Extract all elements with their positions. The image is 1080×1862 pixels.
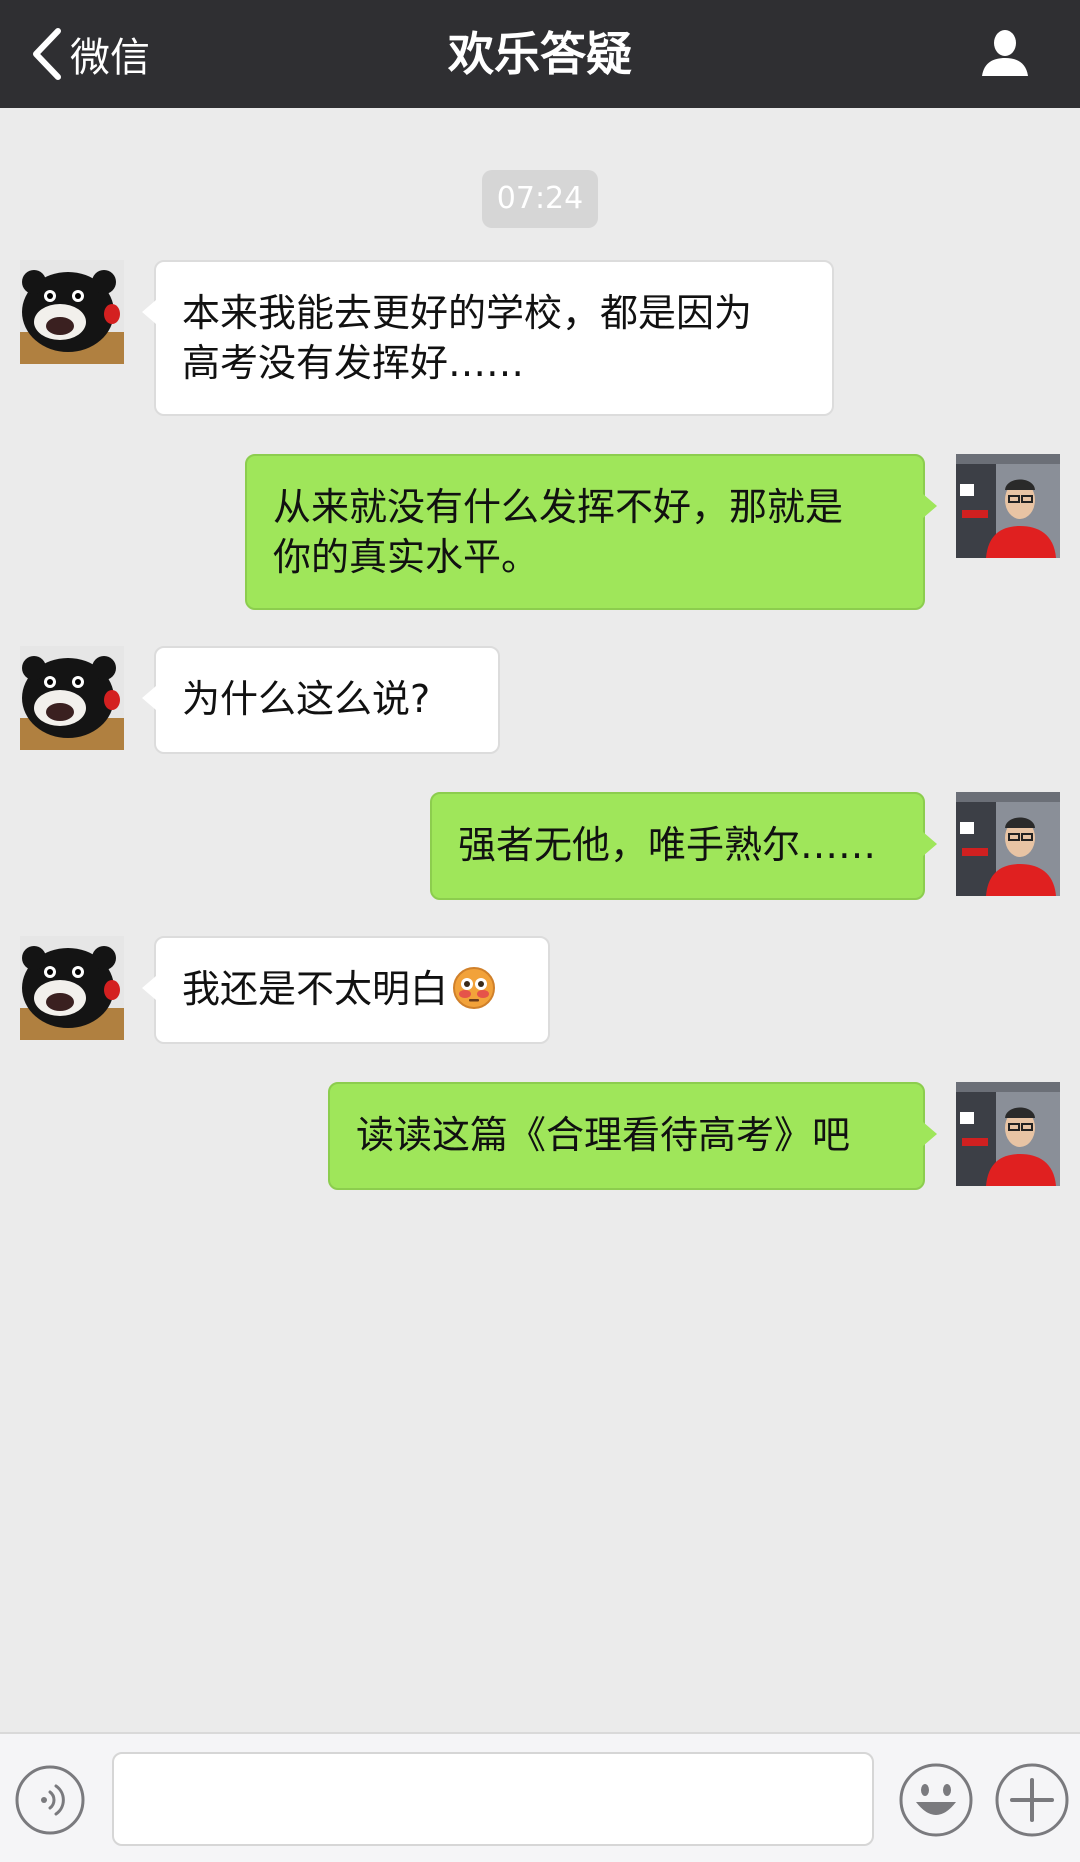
person-icon (978, 30, 1032, 84)
message-list[interactable]: 07:24 本来我能去更好的学校，都是因为 高考没有发挥好…… 从来就没有什么发… (0, 108, 1080, 1732)
kumamon-avatar[interactable] (20, 260, 124, 364)
more-button[interactable] (994, 1762, 1070, 1838)
my-avatar[interactable] (956, 454, 1060, 558)
flushed-face-emoji (452, 966, 496, 1010)
emoji-button[interactable] (898, 1762, 974, 1838)
kumamon-avatar[interactable] (20, 646, 124, 750)
back-label: 微信 (70, 35, 150, 81)
chat-screen: 微信 欢乐答疑 07:24 本来我能去更好的学校，都是因为 高考没有发挥好…… … (0, 0, 1080, 1862)
back-button[interactable]: 微信 (30, 20, 150, 88)
message-input[interactable] (112, 1752, 874, 1846)
voice-icon (14, 1765, 86, 1840)
message-bubble-incoming[interactable]: 为什么这么说? (142, 646, 500, 754)
timestamp: 07:24 (482, 170, 598, 228)
plus-icon (994, 1763, 1070, 1842)
message-bubble-outgoing[interactable]: 从来就没有什么发挥不好，那就是 你的真实水平。 (245, 454, 937, 610)
message-text: 读读这篇《合理看待高考》吧 (356, 1113, 851, 1157)
chat-info-button[interactable] (978, 26, 1032, 80)
voice-button[interactable] (14, 1764, 86, 1836)
message-text: 本来我能去更好的学校，都是因为 高考没有发挥好…… (182, 291, 753, 385)
message-text: 我还是不太明白 (182, 967, 449, 1011)
message-text: 强者无他，唯手熟尔…… (458, 823, 877, 867)
message-bubble-incoming[interactable]: 本来我能去更好的学校，都是因为 高考没有发挥好…… (142, 260, 834, 416)
input-bar (0, 1732, 1080, 1862)
message-text: 为什么这么说? (182, 677, 431, 721)
my-avatar[interactable] (956, 792, 1060, 896)
message-text: 从来就没有什么发挥不好，那就是 你的真实水平。 (273, 485, 844, 579)
my-avatar[interactable] (956, 1082, 1060, 1186)
message-bubble-incoming[interactable]: 我还是不太明白 (142, 936, 550, 1044)
kumamon-avatar[interactable] (20, 936, 124, 1040)
chat-title: 欢乐答疑 (448, 27, 632, 81)
chevron-left-icon (30, 27, 64, 81)
message-bubble-outgoing[interactable]: 强者无他，唯手熟尔…… (430, 792, 937, 900)
message-bubble-outgoing[interactable]: 读读这篇《合理看待高考》吧 (328, 1082, 937, 1190)
nav-bar: 微信 欢乐答疑 (0, 0, 1080, 108)
smiley-icon (898, 1763, 974, 1842)
